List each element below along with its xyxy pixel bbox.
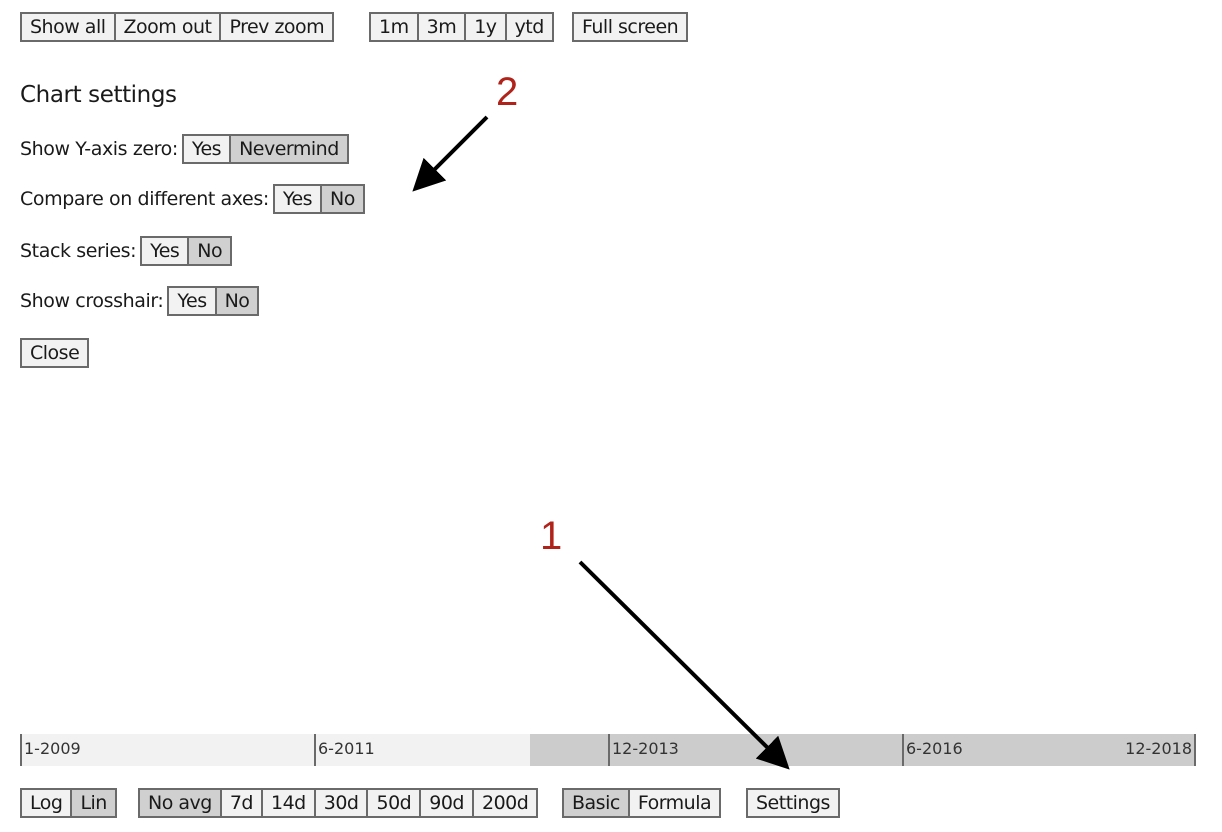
timeline-tick: 6-2011: [314, 734, 375, 766]
timeline-tick: 6-2016: [902, 734, 963, 766]
compare-axes-toggle: Yes No: [272, 184, 365, 214]
range-1m-button[interactable]: 1m: [371, 14, 419, 40]
chart-settings-title: Chart settings: [20, 82, 177, 108]
average-button-group: No avg 7d 14d 30d 50d 90d 200d: [138, 788, 539, 818]
settings-button-group: Settings: [746, 788, 840, 818]
setting-show-y-axis-zero: Show Y-axis zero: Yes Nevermind: [20, 134, 349, 164]
range-3m-button[interactable]: 3m: [418, 14, 467, 40]
close-button-group: Close: [20, 338, 90, 368]
scale-button-group: Log Lin: [20, 788, 117, 818]
y-axis-zero-toggle: Yes Nevermind: [181, 134, 349, 164]
setting-label: Show crosshair:: [20, 290, 164, 312]
no-avg-button[interactable]: No avg: [140, 790, 222, 816]
avg-200d-button[interactable]: 200d: [473, 790, 537, 816]
y-axis-zero-yes-button[interactable]: Yes: [183, 136, 232, 162]
stack-series-toggle: Yes No: [140, 236, 233, 266]
compare-axes-no-button[interactable]: No: [322, 186, 363, 212]
range-ytd-button[interactable]: ytd: [506, 14, 552, 40]
range-1y-button[interactable]: 1y: [466, 14, 507, 40]
annotation-label-2: 2: [496, 70, 519, 114]
timeline-navigator[interactable]: 1-2009 6-2011 12-2013 6-2016 12-2018: [20, 734, 1196, 766]
y-axis-zero-nevermind-button[interactable]: Nevermind: [231, 136, 347, 162]
setting-stack-series: Stack series: Yes No: [20, 236, 233, 266]
avg-7d-button[interactable]: 7d: [221, 790, 263, 816]
avg-90d-button[interactable]: 90d: [421, 790, 474, 816]
arrow-2-icon: [412, 115, 489, 192]
setting-compare-different-axes: Compare on different axes: Yes No: [20, 184, 365, 214]
crosshair-toggle: Yes No: [167, 286, 260, 316]
setting-label: Stack series:: [20, 240, 137, 262]
close-settings-button[interactable]: Close: [22, 340, 88, 366]
full-screen-button[interactable]: Full screen: [574, 14, 687, 40]
range-button-group: 1m 3m 1y ytd: [369, 12, 554, 42]
avg-30d-button[interactable]: 30d: [315, 790, 369, 816]
zoom-button-group: Show all Zoom out Prev zoom: [20, 12, 335, 42]
basic-mode-button[interactable]: Basic: [564, 790, 630, 816]
stack-series-no-button[interactable]: No: [189, 238, 231, 264]
mode-button-group: Basic Formula: [562, 788, 722, 818]
compare-axes-yes-button[interactable]: Yes: [274, 186, 323, 212]
settings-button[interactable]: Settings: [748, 790, 838, 816]
setting-show-crosshair: Show crosshair: Yes No: [20, 286, 260, 316]
avg-14d-button[interactable]: 14d: [262, 790, 316, 816]
fullscreen-button-group: Full screen: [572, 12, 689, 42]
avg-50d-button[interactable]: 50d: [368, 790, 422, 816]
prev-zoom-button[interactable]: Prev zoom: [221, 14, 333, 40]
formula-mode-button[interactable]: Formula: [629, 790, 720, 816]
stack-series-yes-button[interactable]: Yes: [142, 238, 190, 264]
annotation-arrows: [412, 115, 790, 770]
zoom-out-button[interactable]: Zoom out: [115, 14, 222, 40]
show-all-button[interactable]: Show all: [22, 14, 116, 40]
annotation-label-1: 1: [540, 514, 563, 558]
crosshair-yes-button[interactable]: Yes: [169, 288, 217, 314]
timeline-tick: 12-2018: [1125, 734, 1196, 766]
timeline-tick: 1-2009: [20, 734, 81, 766]
log-scale-button[interactable]: Log: [22, 790, 73, 816]
lin-scale-button[interactable]: Lin: [72, 790, 115, 816]
timeline-tick: 12-2013: [608, 734, 679, 766]
crosshair-no-button[interactable]: No: [216, 288, 258, 314]
setting-label: Compare on different axes:: [20, 188, 269, 210]
setting-label: Show Y-axis zero:: [20, 138, 178, 160]
